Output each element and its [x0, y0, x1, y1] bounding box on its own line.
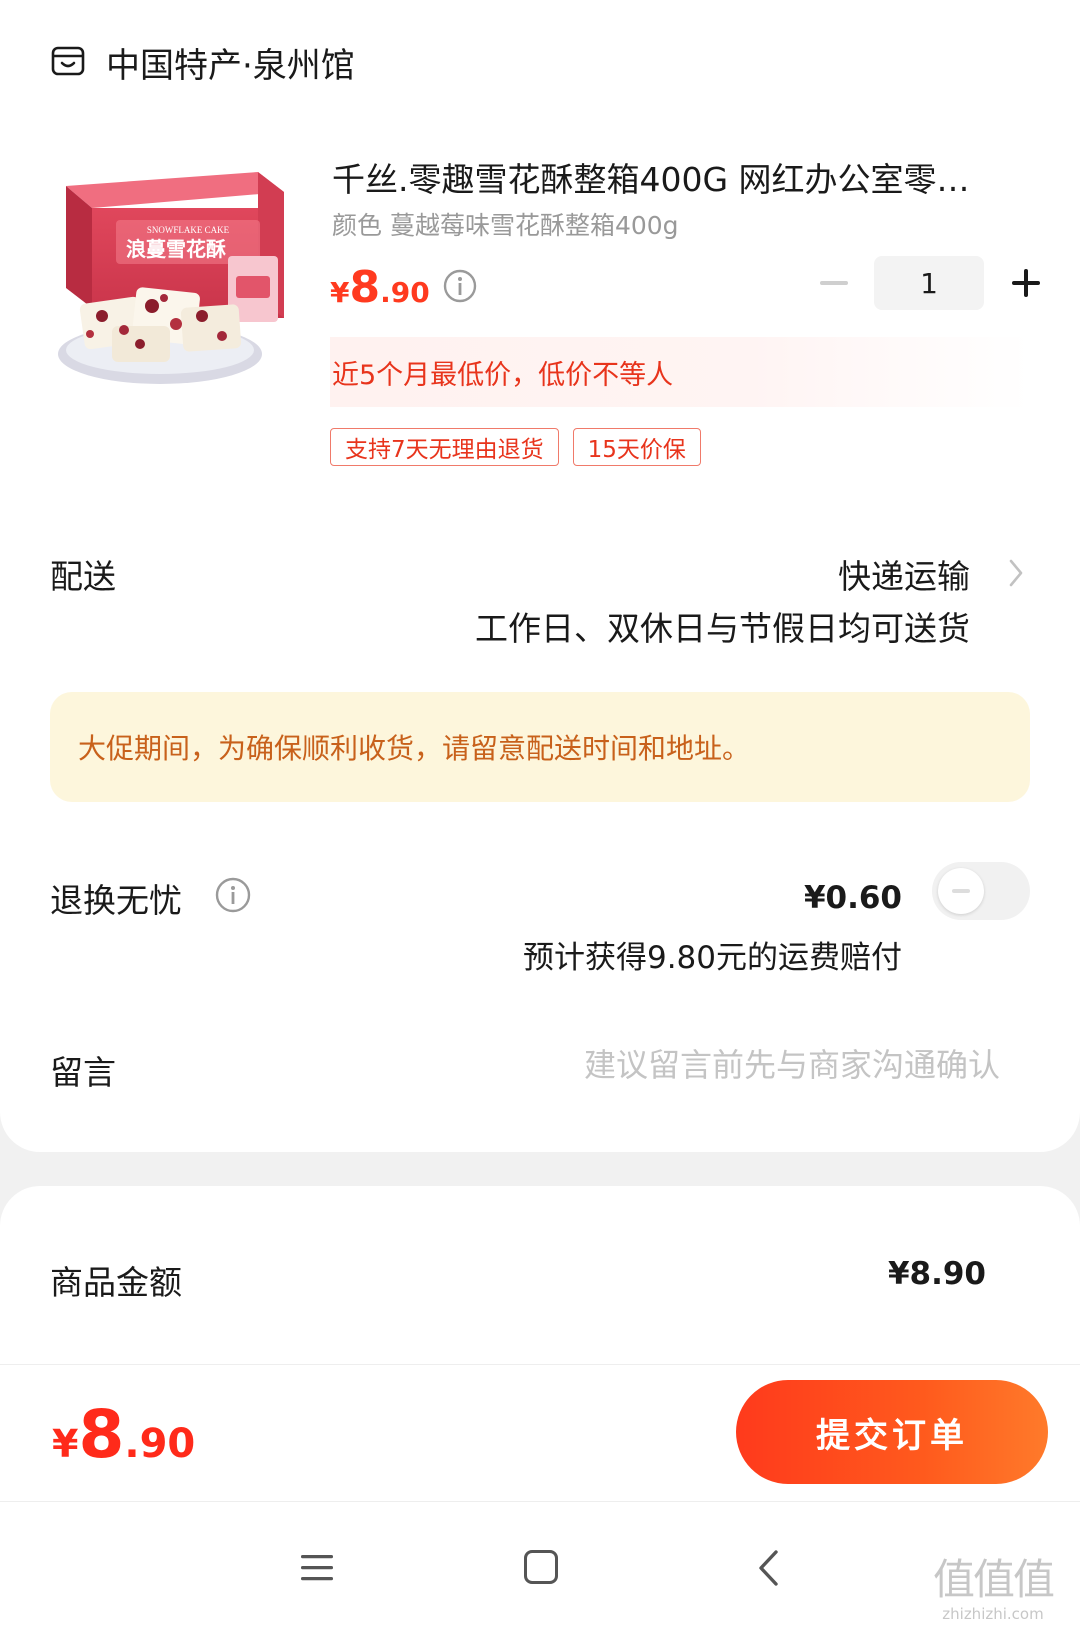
submit-order-button[interactable]: 提交订单 — [736, 1380, 1048, 1484]
tag-no-reason-return: 支持7天无理由退货 — [330, 428, 559, 466]
message-label: 留言 — [50, 1053, 116, 1092]
increase-quantity-button[interactable] — [1004, 261, 1048, 305]
lowest-price-banner: 近5个月最低价，低价不等人 — [330, 337, 1030, 407]
home-icon[interactable] — [524, 1550, 558, 1584]
total-symbol: ¥ — [52, 1422, 79, 1466]
goods-amount-label: 商品金额 — [50, 1263, 182, 1302]
image-name-text: 浪蔓雪花酥 — [126, 237, 226, 261]
system-nav-bar — [0, 1502, 1080, 1632]
delivery-label: 配送 — [50, 557, 116, 596]
promotion-notice: 大促期间，为确保顺利收货，请留意配送时间和地址。 — [50, 692, 1030, 802]
delivery-method[interactable]: 快递运输 — [838, 550, 970, 598]
return-insurance-label: 退换无忧 — [50, 881, 182, 920]
chevron-right-icon[interactable] — [1006, 556, 1026, 590]
price-decimal: .90 — [380, 276, 430, 309]
price-integer: 8 — [349, 262, 381, 313]
product-image[interactable]: SNOWFLAKE CAKE 浪蔓雪花酥 — [52, 158, 296, 398]
shop-name: 中国特产·泉州馆 — [106, 45, 355, 86]
return-insurance-price: ¥0.60 — [803, 880, 902, 916]
product-price: ¥ 8 .90 — [330, 262, 430, 313]
watermark-url: zhizhizhi.com — [942, 1605, 1044, 1623]
price-info-icon[interactable] — [442, 268, 478, 304]
shop-row[interactable]: 中国特产·泉州馆 — [50, 36, 355, 88]
total-price: ¥ 8 .90 — [52, 1396, 195, 1473]
store-icon — [51, 46, 85, 76]
notice-text: 大促期间，为确保顺利收货，请留意配送时间和地址。 — [78, 732, 751, 765]
return-insurance-toggle[interactable] — [932, 862, 1030, 920]
delivery-note: 工作日、双休日与节假日均可送货 — [475, 609, 970, 648]
lowest-price-text: 近5个月最低价，低价不等人 — [332, 359, 674, 391]
order-confirm-page: 中国特产·泉州馆 SNOWFLAKE CAKE 浪蔓雪花酥 千丝.零趣雪花酥整箱… — [0, 0, 1080, 1632]
service-tags: 支持7天无理由退货 15天价保 — [330, 428, 715, 466]
image-brand-text: SNOWFLAKE CAKE — [147, 225, 230, 235]
minus-icon — [820, 281, 848, 285]
tag-price-protection: 15天价保 — [572, 428, 701, 466]
goods-amount-value: ¥8.90 — [887, 1256, 986, 1292]
watermark-glyphs: 值值值 — [932, 1555, 1055, 1604]
price-symbol: ¥ — [330, 276, 350, 309]
return-insurance-note: 预计获得9.80元的运费赔付 — [522, 940, 902, 976]
quantity-stepper: 1 — [812, 256, 1048, 310]
total-integer: 8 — [78, 1396, 125, 1473]
info-icon[interactable] — [214, 876, 252, 914]
message-input[interactable] — [500, 1040, 1000, 1090]
watermark-logo: 值值值 zhizhizhi.com — [928, 1546, 1058, 1632]
menu-icon[interactable] — [300, 1552, 334, 1584]
back-icon[interactable] — [756, 1548, 780, 1588]
product-title[interactable]: 千丝.零趣雪花酥整箱400G 网红办公室零… — [332, 158, 1032, 202]
order-card: 中国特产·泉州馆 SNOWFLAKE CAKE 浪蔓雪花酥 千丝.零趣雪花酥整箱… — [0, 0, 1080, 1152]
decrease-quantity-button[interactable] — [812, 261, 856, 305]
quantity-value[interactable]: 1 — [874, 256, 984, 310]
product-spec[interactable]: 颜色 蔓越莓味雪花酥整箱400g — [332, 208, 679, 244]
total-decimal: .90 — [124, 1421, 196, 1467]
toggle-knob — [938, 868, 984, 914]
